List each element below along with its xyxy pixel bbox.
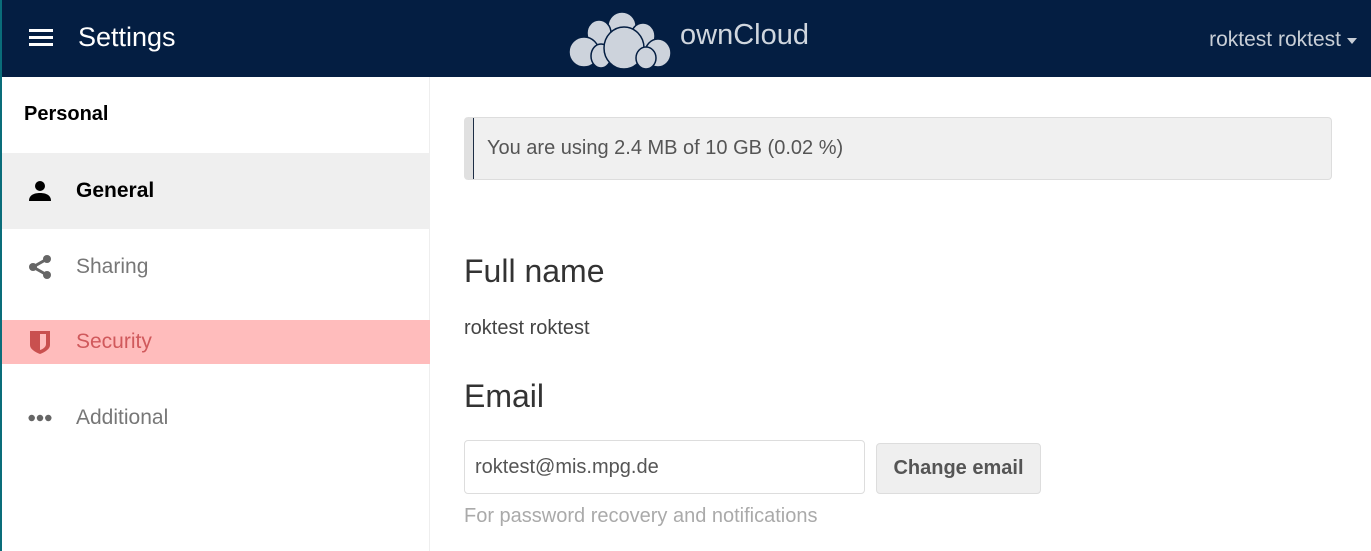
fullname-heading: Full name: [464, 253, 605, 289]
quota-text: You are using 2.4 MB of 10 GB (0.02 %): [487, 137, 844, 159]
sidebar: Personal General Sharing Security Additi…: [0, 77, 430, 551]
email-input[interactable]: [464, 440, 865, 494]
change-email-button[interactable]: Change email: [876, 443, 1041, 494]
sidebar-item-label: Sharing: [76, 255, 149, 278]
quota-bar: You are using 2.4 MB of 10 GB (0.02 %): [464, 117, 1332, 180]
sidebar-item-security[interactable]: Security: [2, 320, 430, 364]
hamburger-icon[interactable]: [29, 29, 53, 47]
sidebar-item-general[interactable]: General: [2, 153, 430, 229]
share-icon: [28, 255, 52, 279]
brand-name: ownCloud: [680, 19, 809, 51]
user-icon: [28, 179, 52, 203]
shield-icon: [28, 330, 52, 354]
sidebar-item-label: Additional: [76, 406, 169, 429]
owncloud-logo[interactable]: [566, 8, 674, 70]
sidebar-item-additional[interactable]: Additional: [2, 380, 430, 456]
more-icon: [28, 406, 52, 430]
sidebar-item-label: Security: [76, 330, 152, 353]
caret-down-icon[interactable]: [1347, 38, 1357, 44]
fullname-value: roktest roktest: [464, 317, 590, 339]
main-content: You are using 2.4 MB of 10 GB (0.02 %) F…: [431, 77, 1371, 551]
section-heading: Personal: [24, 103, 109, 125]
app-title[interactable]: Settings: [78, 22, 176, 53]
user-menu[interactable]: roktest roktest: [1209, 28, 1341, 52]
sidebar-item-label: General: [76, 179, 155, 202]
top-bar: Settings ownCloud roktest roktest: [0, 0, 1371, 77]
email-heading: Email: [464, 378, 545, 414]
sidebar-item-sharing[interactable]: Sharing: [2, 229, 430, 305]
email-hint: For password recovery and notifications: [464, 505, 818, 527]
